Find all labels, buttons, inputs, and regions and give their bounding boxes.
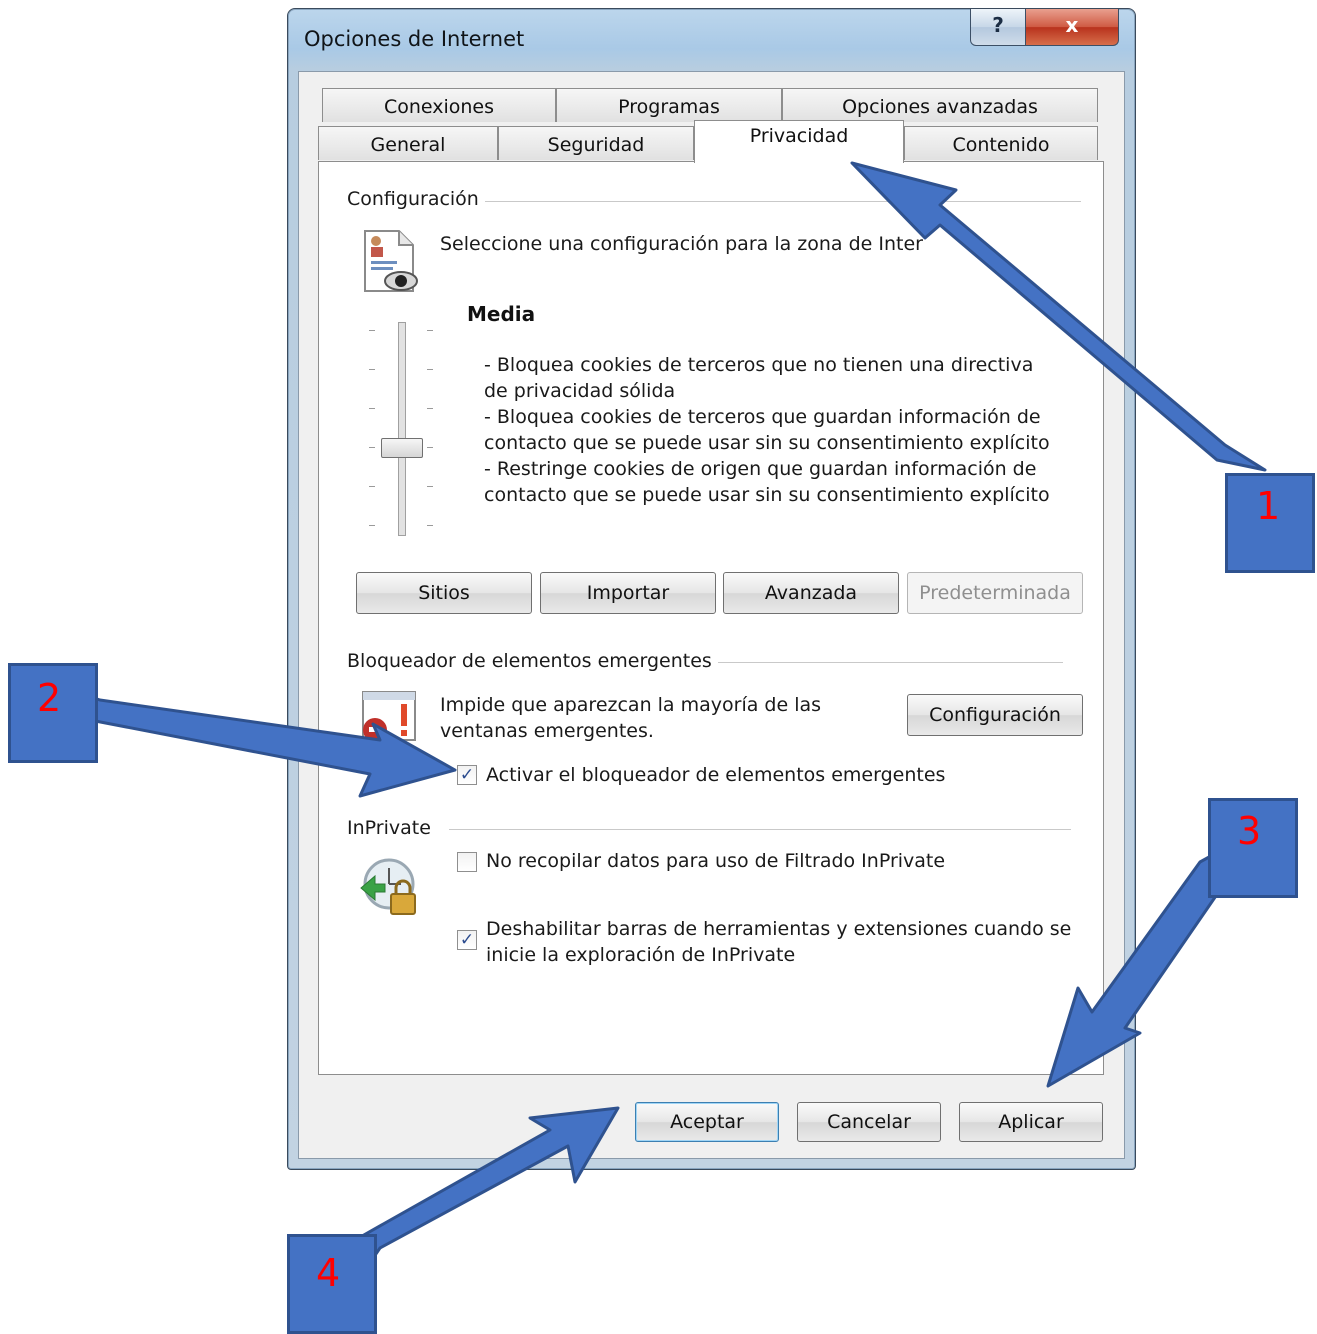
privacy-description-line: - Bloquea cookies de terceros que no tie… <box>484 354 1034 376</box>
callout-number: 1 <box>1256 484 1281 528</box>
callout-box-4: 4 <box>287 1234 377 1334</box>
divider <box>713 662 1063 663</box>
advanced-button[interactable]: Avanzada <box>723 572 899 614</box>
callout-box-2: 2 <box>8 663 98 763</box>
slider-tick <box>369 525 375 526</box>
slider-tick <box>427 447 433 448</box>
privacy-description-line: contacto que se puede usar sin su consen… <box>484 432 1050 454</box>
slider-tick <box>369 408 375 409</box>
popup-blocker-icon <box>361 690 417 744</box>
apply-button[interactable]: Aplicar <box>959 1102 1103 1142</box>
disable-toolbars-label[interactable]: Deshabilitar barras de herramientas y ex… <box>486 916 1071 942</box>
import-button[interactable]: Importar <box>540 572 716 614</box>
tab-opciones-avanzadas[interactable]: Opciones avanzadas <box>782 88 1098 122</box>
close-button[interactable]: x <box>1025 9 1119 46</box>
callout-number: 3 <box>1237 809 1262 853</box>
config-intro: Seleccione una configuración para la zon… <box>440 233 923 255</box>
privacy-document-icon <box>361 229 421 295</box>
popup-description: Impide que aparezcan la mayoría de las <box>440 694 822 716</box>
tab-contenido[interactable]: Contenido <box>904 126 1098 160</box>
privacy-description-line: - Bloquea cookies de terceros que guarda… <box>484 406 1041 428</box>
window-title: Opciones de Internet <box>304 27 525 51</box>
no-collect-data-checkbox[interactable] <box>457 852 477 872</box>
cancel-button[interactable]: Cancelar <box>797 1102 941 1142</box>
slider-thumb[interactable] <box>381 438 423 458</box>
sites-button[interactable]: Sitios <box>356 572 532 614</box>
callout-number: 2 <box>37 676 62 720</box>
inprivate-icon <box>357 854 423 920</box>
tab-general[interactable]: General <box>318 126 498 160</box>
popup-description: ventanas emergentes. <box>440 720 654 742</box>
privacy-panel: Configuración Seleccione una configuraci… <box>318 161 1104 1075</box>
callout-box-1: 1 <box>1225 473 1315 573</box>
slider-tick <box>427 408 433 409</box>
config-heading: Configuración <box>347 188 485 210</box>
slider-tick <box>369 447 375 448</box>
divider <box>449 829 1071 830</box>
tab-privacidad[interactable]: Privacidad <box>694 120 904 163</box>
slider-tick <box>427 369 433 370</box>
dialog-client-area: Conexiones Programas Opciones avanzadas … <box>298 71 1125 1159</box>
default-button: Predeterminada <box>907 572 1083 614</box>
tab-conexiones[interactable]: Conexiones <box>322 88 556 122</box>
slider-tick <box>369 486 375 487</box>
slider-tick <box>427 330 433 331</box>
help-button[interactable]: ? <box>970 9 1026 46</box>
privacy-description-line: - Restringe cookies de origen que guarda… <box>484 458 1037 480</box>
enable-popup-blocker-label[interactable]: Activar el bloqueador de elementos emerg… <box>486 762 945 788</box>
enable-popup-blocker-checkbox[interactable]: ✓ <box>457 765 477 785</box>
tab-programas[interactable]: Programas <box>556 88 782 122</box>
slider-tick <box>427 486 433 487</box>
callout-number: 4 <box>316 1251 341 1295</box>
internet-options-window: Opciones de Internet ? x Conexiones Prog… <box>287 8 1136 1170</box>
slider-tick <box>369 330 375 331</box>
tab-seguridad[interactable]: Seguridad <box>498 126 694 160</box>
slider-tick <box>427 525 433 526</box>
no-collect-data-label[interactable]: No recopilar datos para uso de Filtrado … <box>486 848 945 874</box>
privacy-level-name: Media <box>467 302 536 326</box>
disable-toolbars-checkbox[interactable]: ✓ <box>457 930 477 950</box>
popup-settings-button[interactable]: Configuración <box>907 694 1083 736</box>
privacy-description-line: contacto que se puede usar sin su consen… <box>484 484 1050 506</box>
inprivate-heading: InPrivate <box>347 817 437 839</box>
privacy-description-line: de privacidad sólida <box>484 380 676 402</box>
callout-box-3: 3 <box>1208 798 1298 898</box>
divider <box>459 201 1081 202</box>
privacy-level-slider[interactable] <box>363 320 439 536</box>
slider-tick <box>369 369 375 370</box>
help-icon: ? <box>992 13 1004 37</box>
ok-button[interactable]: Aceptar <box>635 1102 779 1142</box>
disable-toolbars-label[interactable]: inicie la exploración de InPrivate <box>486 942 795 968</box>
close-icon: x <box>1065 13 1079 37</box>
popup-heading: Bloqueador de elementos emergentes <box>347 650 718 672</box>
slider-track <box>398 322 406 536</box>
